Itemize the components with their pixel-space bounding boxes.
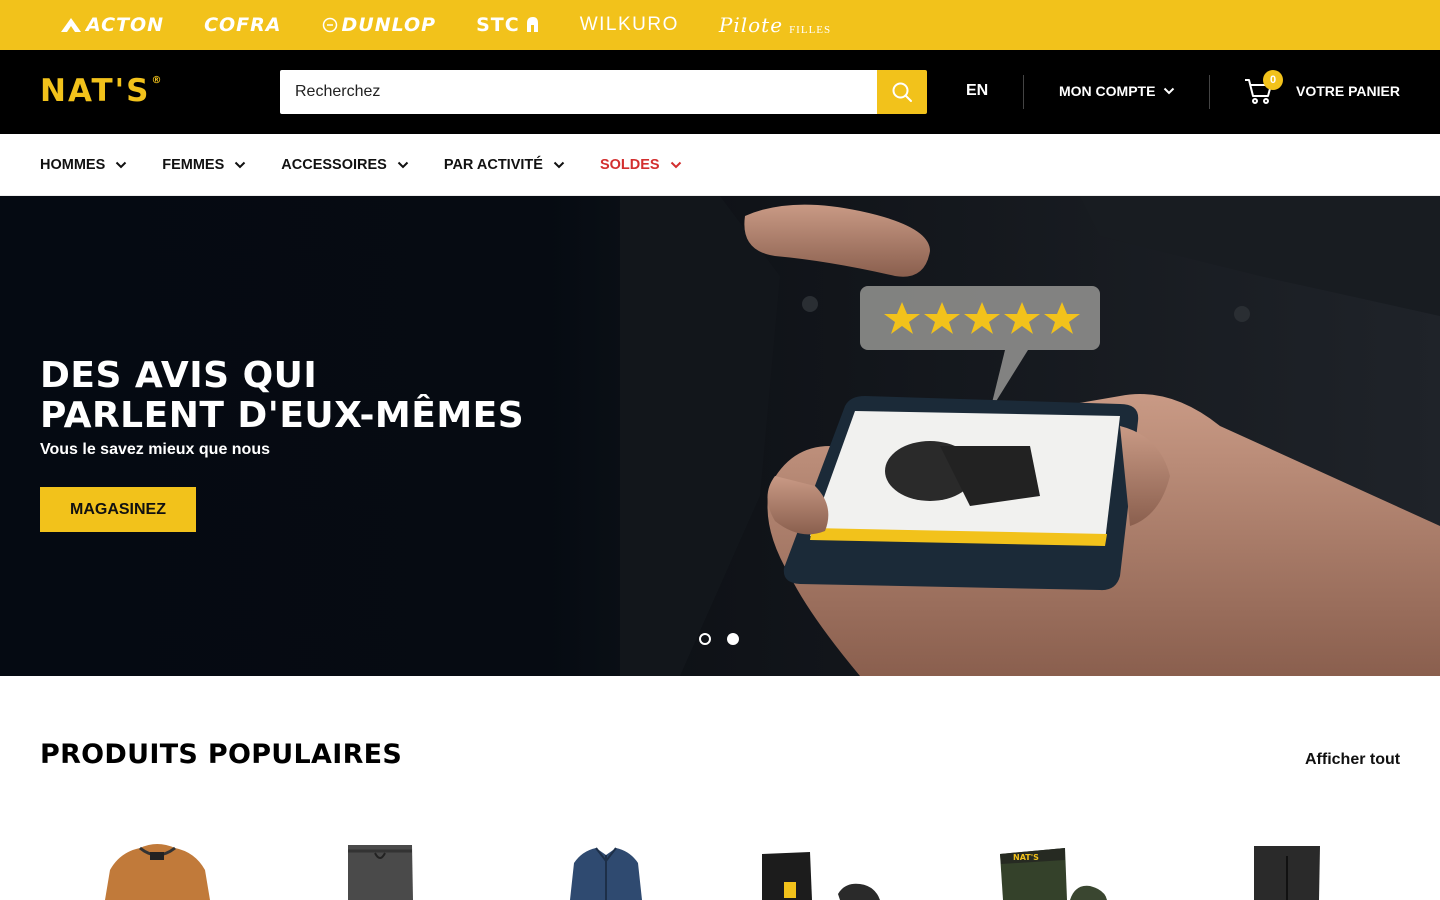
hero-title: DES AVIS QUI PARLENT D'EUX-MÊMES	[40, 356, 524, 436]
product-image-shorts[interactable]	[1252, 846, 1322, 900]
header-divider	[1209, 75, 1210, 109]
header-divider	[1023, 75, 1024, 109]
chevron-down-icon	[116, 161, 127, 168]
view-all-link[interactable]: Afficher tout	[1305, 751, 1400, 769]
registered-mark: ®	[151, 75, 164, 86]
nav-label: HOMMES	[40, 156, 106, 173]
brand-logo-pilote-filles[interactable]: Pilote FILLES	[719, 13, 831, 37]
nav-label: SOLDES	[599, 156, 660, 173]
chevron-down-icon	[235, 161, 246, 168]
shop-now-button[interactable]: MAGASINEZ	[40, 487, 196, 532]
acton-icon	[61, 18, 81, 32]
cart-icon-wrap: 0	[1244, 70, 1283, 106]
nav-item-hommes[interactable]: HOMMES	[40, 157, 127, 173]
nav-item-accessoires[interactable]: ACCESSOIRES	[281, 157, 409, 173]
language-switch[interactable]: EN	[966, 82, 988, 100]
account-menu[interactable]: MON COMPTE	[1059, 83, 1175, 99]
search-bar	[280, 70, 927, 114]
nav-label: ACCESSOIRES	[281, 156, 387, 173]
slider-dots	[699, 633, 739, 645]
dunlop-icon	[322, 17, 337, 33]
brand-logo-stc[interactable]: STC	[476, 14, 540, 36]
account-label: MON COMPTE	[1059, 83, 1156, 99]
brand-label: WILKURO	[579, 14, 679, 35]
search-button[interactable]	[877, 70, 927, 114]
search-input[interactable]	[280, 70, 877, 114]
product-image-hoodie[interactable]	[100, 840, 215, 900]
slider-dot[interactable]	[699, 633, 711, 645]
cart-count-badge: 0	[1263, 70, 1283, 90]
main-nav: HOMMES FEMMES ACCESSOIRES PAR ACTIVITÉ S…	[0, 134, 1440, 196]
slider-dot[interactable]	[727, 633, 739, 645]
nav-item-femmes[interactable]: FEMMES	[162, 157, 246, 173]
chevron-down-icon	[670, 161, 681, 168]
hero-banner[interactable]: DES AVIS QUI PARLENT D'EUX-MÊMES Vous le…	[0, 196, 1440, 676]
nav-label: FEMMES	[162, 156, 225, 173]
cart-label: VOTRE PANIER	[1296, 83, 1400, 99]
brand-logo-cofra[interactable]: COFRA	[204, 14, 281, 36]
chevron-down-icon	[397, 161, 409, 168]
brand-label: DUNLOP	[341, 14, 437, 36]
product-image-jacket[interactable]	[568, 845, 644, 900]
brand-logo-acton[interactable]: ACTON	[60, 14, 164, 36]
spartan-helmet-icon	[526, 17, 538, 32]
brand-label: ACTON	[86, 14, 165, 36]
nav-label: PAR ACTIVITÉ	[443, 156, 543, 173]
brand-logo-wilkuro[interactable]: WILKURO	[580, 14, 679, 36]
hero-image	[620, 196, 1440, 676]
hero-title-line: PARLENT D'EUX-MÊMES	[40, 395, 525, 436]
product-image-green-boots[interactable]: NAT'S	[995, 846, 1110, 900]
chevron-down-icon	[1164, 87, 1175, 95]
nav-item-soldes[interactable]: SOLDES	[600, 157, 682, 173]
hero-subtitle: Vous le savez mieux que nous	[40, 441, 270, 458]
cart-button[interactable]: 0 VOTRE PANIER	[1244, 70, 1400, 106]
hero-title-line: DES AVIS QUI	[40, 355, 318, 396]
brand-label: Pilote	[718, 13, 784, 37]
section-title: PRODUITS POPULAIRES	[40, 739, 403, 770]
product-image-joggers[interactable]	[345, 845, 415, 900]
logo-text: NAT'S	[40, 73, 151, 109]
brand-label: STC	[476, 14, 520, 36]
brand-sublabel: FILLES	[789, 24, 832, 36]
brand-bar: ACTON COFRA DUNLOP STC WILKURO Pilote FI…	[0, 0, 1440, 50]
svg-text:NAT'S: NAT'S	[1013, 853, 1039, 862]
product-image-boots[interactable]	[760, 852, 885, 900]
search-icon	[892, 82, 912, 102]
brand-label: COFRA	[204, 14, 282, 36]
site-header: NAT'S® EN MON COMPTE 0 VOTRE PANIER	[0, 50, 1440, 134]
nav-item-par-activite[interactable]: PAR ACTIVITÉ	[444, 157, 565, 173]
site-logo[interactable]: NAT'S®	[40, 76, 164, 107]
brand-logo-dunlop[interactable]: DUNLOP	[322, 14, 437, 36]
chevron-down-icon	[553, 161, 565, 168]
